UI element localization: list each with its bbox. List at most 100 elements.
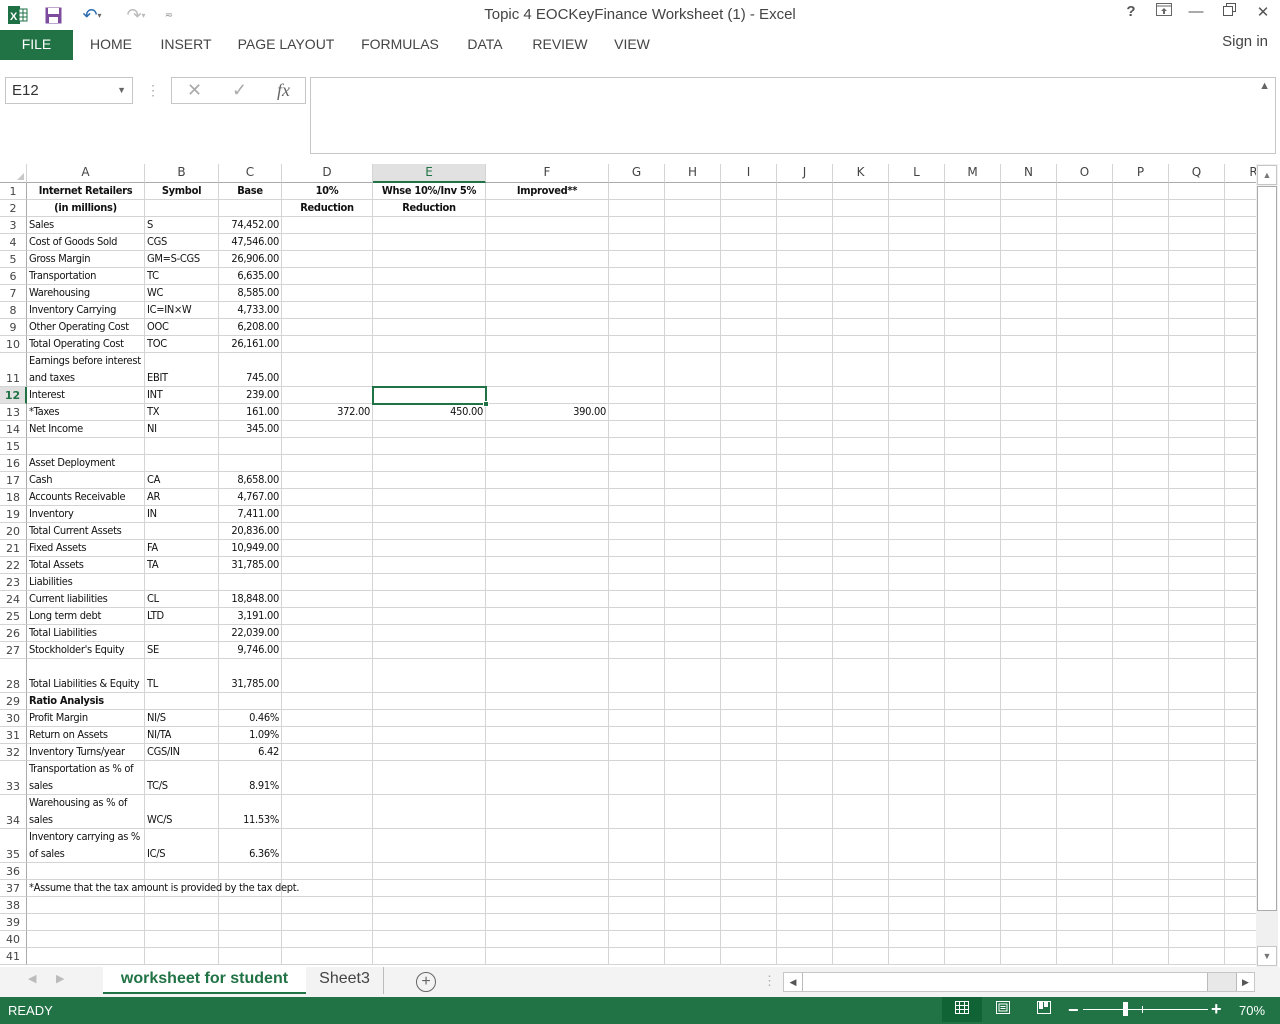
cell-e4[interactable] xyxy=(373,234,486,251)
cell-n1[interactable] xyxy=(1001,183,1057,200)
cell-c23[interactable] xyxy=(219,574,282,591)
cell-f4[interactable] xyxy=(486,234,609,251)
cell-g10[interactable] xyxy=(609,336,665,353)
cell-o19[interactable] xyxy=(1057,506,1113,523)
cell-q3[interactable] xyxy=(1169,217,1225,234)
cell-q25[interactable] xyxy=(1169,608,1225,625)
cell-n37[interactable] xyxy=(1001,880,1057,897)
cell-d6[interactable] xyxy=(282,268,373,285)
cell-b26[interactable] xyxy=(145,625,219,642)
cell-p10[interactable] xyxy=(1113,336,1169,353)
cell-c1[interactable]: Base xyxy=(219,183,282,200)
cell-o34[interactable] xyxy=(1057,795,1113,829)
row-header-32[interactable]: 32 xyxy=(0,744,27,761)
zoom-in-button[interactable]: + xyxy=(1211,999,1222,1020)
cell-o17[interactable] xyxy=(1057,472,1113,489)
cell-n38[interactable] xyxy=(1001,897,1057,914)
cell-q41[interactable] xyxy=(1169,948,1225,965)
cell-q27[interactable] xyxy=(1169,642,1225,659)
cell-r22[interactable] xyxy=(1225,557,1256,574)
cell-k25[interactable] xyxy=(833,608,889,625)
cell-r17[interactable] xyxy=(1225,472,1256,489)
cell-i38[interactable] xyxy=(721,897,777,914)
vertical-scrollbar[interactable]: ▲ ▼ xyxy=(1256,164,1278,967)
cell-k8[interactable] xyxy=(833,302,889,319)
cell-r5[interactable] xyxy=(1225,251,1256,268)
cell-g40[interactable] xyxy=(609,931,665,948)
normal-view-icon[interactable] xyxy=(942,997,982,1022)
cell-a12[interactable]: Interest xyxy=(27,387,145,404)
cell-g12[interactable] xyxy=(609,387,665,404)
cell-b23[interactable] xyxy=(145,574,219,591)
scroll-down-icon[interactable]: ▼ xyxy=(1257,946,1277,966)
cell-h13[interactable] xyxy=(665,404,721,421)
cell-d30[interactable] xyxy=(282,710,373,727)
cell-h18[interactable] xyxy=(665,489,721,506)
cell-e25[interactable] xyxy=(373,608,486,625)
column-header-d[interactable]: D xyxy=(282,164,373,183)
row-header-24[interactable]: 24 xyxy=(0,591,27,608)
column-header-a[interactable]: A xyxy=(27,164,145,183)
cell-l40[interactable] xyxy=(889,931,945,948)
cell-h36[interactable] xyxy=(665,863,721,880)
cell-o3[interactable] xyxy=(1057,217,1113,234)
cell-l36[interactable] xyxy=(889,863,945,880)
row-header-36[interactable]: 36 xyxy=(0,863,27,880)
cell-i18[interactable] xyxy=(721,489,777,506)
row-header-5[interactable]: 5 xyxy=(0,251,27,268)
cell-c11[interactable]: 745.00 xyxy=(219,353,282,387)
cell-d40[interactable] xyxy=(282,931,373,948)
cell-g18[interactable] xyxy=(609,489,665,506)
cell-f3[interactable] xyxy=(486,217,609,234)
cell-k5[interactable] xyxy=(833,251,889,268)
cell-c34[interactable]: 11.53% xyxy=(219,795,282,829)
cell-r31[interactable] xyxy=(1225,727,1256,744)
cell-q37[interactable] xyxy=(1169,880,1225,897)
cell-h4[interactable] xyxy=(665,234,721,251)
cell-r27[interactable] xyxy=(1225,642,1256,659)
cell-i13[interactable] xyxy=(721,404,777,421)
cell-b29[interactable] xyxy=(145,693,219,710)
cell-n34[interactable] xyxy=(1001,795,1057,829)
cell-p11[interactable] xyxy=(1113,353,1169,387)
cell-i28[interactable] xyxy=(721,659,777,693)
cell-o38[interactable] xyxy=(1057,897,1113,914)
cell-a37[interactable]: *Assume that the tax amount is provided … xyxy=(27,880,299,897)
cell-r12[interactable] xyxy=(1225,387,1256,404)
cell-a23[interactable]: Liabilities xyxy=(27,574,145,591)
cell-r19[interactable] xyxy=(1225,506,1256,523)
column-header-c[interactable]: C xyxy=(219,164,282,183)
cell-f10[interactable] xyxy=(486,336,609,353)
cell-c8[interactable]: 4,733.00 xyxy=(219,302,282,319)
cell-f1[interactable]: Improved** xyxy=(486,183,609,200)
cell-n35[interactable] xyxy=(1001,829,1057,863)
cell-i7[interactable] xyxy=(721,285,777,302)
cell-d21[interactable] xyxy=(282,540,373,557)
cell-k3[interactable] xyxy=(833,217,889,234)
cell-m40[interactable] xyxy=(945,931,1001,948)
cell-f19[interactable] xyxy=(486,506,609,523)
cell-n29[interactable] xyxy=(1001,693,1057,710)
cell-q19[interactable] xyxy=(1169,506,1225,523)
cell-r25[interactable] xyxy=(1225,608,1256,625)
cell-i9[interactable] xyxy=(721,319,777,336)
cell-i3[interactable] xyxy=(721,217,777,234)
cell-i30[interactable] xyxy=(721,710,777,727)
cell-h26[interactable] xyxy=(665,625,721,642)
cell-k1[interactable] xyxy=(833,183,889,200)
cell-p16[interactable] xyxy=(1113,455,1169,472)
cell-i17[interactable] xyxy=(721,472,777,489)
cell-n32[interactable] xyxy=(1001,744,1057,761)
cell-q35[interactable] xyxy=(1169,829,1225,863)
cell-d39[interactable] xyxy=(282,914,373,931)
tab-home[interactable]: HOME xyxy=(82,30,140,60)
cell-e14[interactable] xyxy=(373,421,486,438)
cell-h15[interactable] xyxy=(665,438,721,455)
tab-formulas[interactable]: FORMULAS xyxy=(355,30,445,60)
cell-n41[interactable] xyxy=(1001,948,1057,965)
cell-r14[interactable] xyxy=(1225,421,1256,438)
cell-r4[interactable] xyxy=(1225,234,1256,251)
cell-g26[interactable] xyxy=(609,625,665,642)
cell-f15[interactable] xyxy=(486,438,609,455)
cell-q11[interactable] xyxy=(1169,353,1225,387)
